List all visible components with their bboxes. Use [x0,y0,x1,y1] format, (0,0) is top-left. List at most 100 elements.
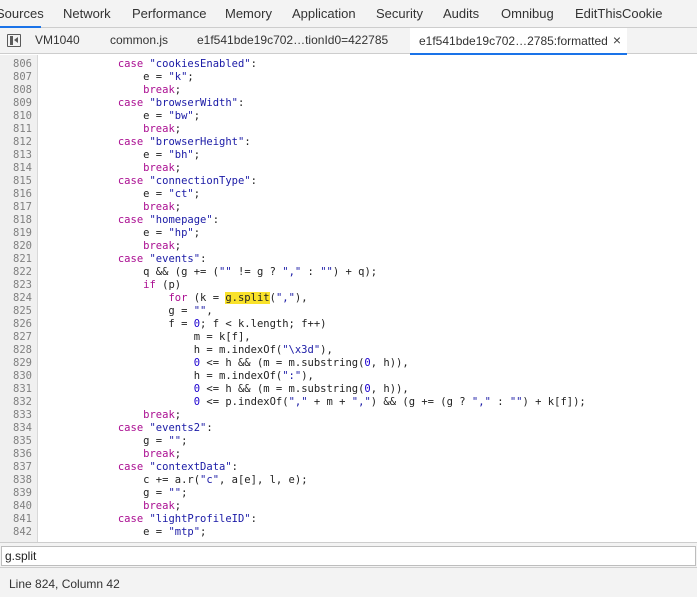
line-number[interactable]: 822 [0,266,32,279]
tab-application[interactable]: Application [292,0,356,28]
line-number[interactable]: 807 [0,71,32,84]
file-tab-common-js[interactable]: common.js [110,28,168,54]
close-icon[interactable]: × [613,28,621,53]
code-text: e = "k"; [42,71,194,83]
file-tab-vm1040[interactable]: VM1040 [35,28,80,54]
search-bar [0,542,697,568]
code-line: 832 0 <= p.indexOf("," + m + ",") && (g … [0,396,697,409]
code-text: 0 <= h && (m = m.substring(0, h)), [193,357,409,369]
code-text: case "browserWidth": [117,97,245,109]
code-line: 839 g = ""; [0,487,697,500]
code-line: 813 e = "bh"; [0,149,697,162]
code-line: 833 break; [0,409,697,422]
code-line: 825 g = "", [0,305,697,318]
line-number[interactable]: 832 [0,396,32,409]
line-number[interactable]: 836 [0,448,32,461]
code-line: 830 h = m.indexOf(":"), [0,370,697,383]
code-text: if (p) [143,279,182,291]
code-line: 840 break; [0,500,697,513]
code-text: break; [143,448,182,460]
cursor-position: Line 824, Column 42 [9,577,120,591]
file-tab-bar: VM1040 common.js e1f541bde19c702…tionId0… [0,28,697,55]
tab-editthiscookie[interactable]: EditThisCookie [575,0,662,28]
tab-sources[interactable]: Sources [0,0,44,28]
code-line: 819 e = "hp"; [0,227,697,240]
code-text: case "browserHeight": [117,136,251,148]
code-line: 836 break; [0,448,697,461]
code-line: 821 case "events": [0,253,697,266]
line-number[interactable]: 810 [0,110,32,123]
code-line: 823 if (p) [0,279,697,292]
code-text: f = 0; f < k.length; f++) [42,318,327,330]
code-text: g = ""; [42,487,188,499]
code-text: break; [143,162,182,174]
code-text: break; [143,409,182,421]
line-number[interactable]: 815 [0,175,32,188]
line-number[interactable]: 811 [0,123,32,136]
code-text: e = "mtp"; [42,526,207,538]
code-line: 816 e = "ct"; [0,188,697,201]
code-line: 817 break; [0,201,697,214]
tab-omnibug[interactable]: Omnibug [501,0,554,28]
code-text: break; [143,201,182,213]
line-number[interactable]: 806 [0,58,32,71]
toggle-navigator-icon[interactable] [7,34,21,47]
line-number[interactable]: 828 [0,344,32,357]
search-input[interactable] [1,546,696,566]
file-tab-source[interactable]: e1f541bde19c702…tionId0=422785 [197,28,388,54]
line-number[interactable]: 819 [0,227,32,240]
code-line: 807 e = "k"; [0,71,697,84]
code-text: for (k = g.split(","), [168,292,308,304]
tab-audits[interactable]: Audits [443,0,479,28]
line-number[interactable]: 834 [0,422,32,435]
line-number[interactable]: 831 [0,383,32,396]
line-number[interactable]: 838 [0,474,32,487]
line-number[interactable]: 826 [0,318,32,331]
tab-performance[interactable]: Performance [132,0,206,28]
code-text: g = ""; [42,435,188,447]
code-line: 822 q && (g += ("" != g ? "," : "") + q)… [0,266,697,279]
line-number[interactable]: 833 [0,409,32,422]
tab-security[interactable]: Security [376,0,423,28]
code-line: 810 e = "bw"; [0,110,697,123]
line-number[interactable]: 841 [0,513,32,526]
file-tab-formatted[interactable]: e1f541bde19c702…2785:formatted × [410,28,627,55]
line-number[interactable]: 837 [0,461,32,474]
code-text: break; [143,240,182,252]
file-tab-formatted-label: e1f541bde19c702…2785:formatted [419,34,608,48]
line-number[interactable]: 830 [0,370,32,383]
line-number[interactable]: 816 [0,188,32,201]
line-number[interactable]: 827 [0,331,32,344]
code-text: q && (g += ("" != g ? "," : "") + q); [42,266,378,278]
code-line: 838 c += a.r("c", a[e], l, e); [0,474,697,487]
code-line: 824 for (k = g.split(","), [0,292,697,305]
line-number[interactable]: 812 [0,136,32,149]
code-line: 826 f = 0; f < k.length; f++) [0,318,697,331]
line-number[interactable]: 829 [0,357,32,370]
code-line: 829 0 <= h && (m = m.substring(0, h)), [0,357,697,370]
code-line: 806 case "cookiesEnabled": [0,58,697,71]
tab-memory[interactable]: Memory [225,0,272,28]
line-number[interactable]: 818 [0,214,32,227]
code-line: 837 case "contextData": [0,461,697,474]
line-number[interactable]: 821 [0,253,32,266]
code-editor[interactable]: 806 case "cookiesEnabled": 807 e = "k"; 80… [0,55,697,542]
line-number[interactable]: 824 [0,292,32,305]
line-number[interactable]: 814 [0,162,32,175]
line-number[interactable]: 825 [0,305,32,318]
code-text: break; [143,500,182,512]
code-text: case "homepage": [117,214,220,226]
line-number[interactable]: 820 [0,240,32,253]
line-number[interactable]: 823 [0,279,32,292]
line-number[interactable]: 842 [0,526,32,539]
line-number[interactable]: 840 [0,500,32,513]
line-number[interactable]: 817 [0,201,32,214]
line-number[interactable]: 839 [0,487,32,500]
line-number[interactable]: 809 [0,97,32,110]
code-line: 834 case "events2": [0,422,697,435]
tab-network[interactable]: Network [63,0,111,28]
line-number[interactable]: 835 [0,435,32,448]
code-text: e = "ct"; [42,188,201,200]
line-number[interactable]: 813 [0,149,32,162]
line-number[interactable]: 808 [0,84,32,97]
